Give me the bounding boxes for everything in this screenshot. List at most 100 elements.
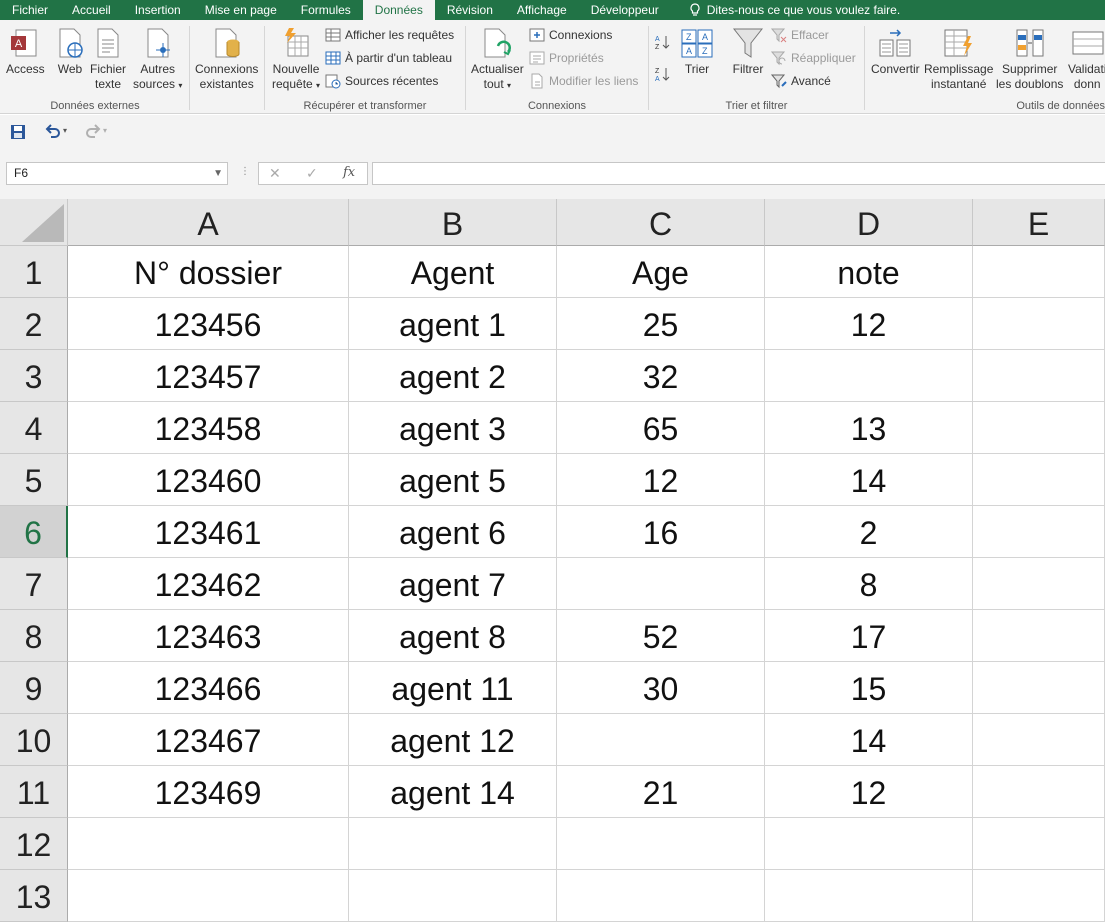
name-box-dropdown-icon[interactable]: ▼ (213, 163, 223, 184)
row-header-12[interactable]: 12 (0, 818, 68, 870)
row-header-3[interactable]: 3 (0, 350, 68, 402)
cell-d3[interactable] (765, 350, 973, 402)
redo-dropdown-icon[interactable]: ▾ (103, 126, 107, 135)
cell-a1[interactable]: N° dossier (68, 246, 349, 298)
cell-e8[interactable] (973, 610, 1105, 662)
tab-fichier[interactable]: Fichier (0, 0, 60, 20)
trier-button[interactable]: ZAAZ Trier (680, 26, 714, 77)
cell-e6[interactable] (973, 506, 1105, 558)
nouvelle-requete-button[interactable]: Nouvelle requête ▾ (272, 26, 320, 93)
actualiser-tout-button[interactable]: Actualiser tout ▾ (471, 26, 524, 93)
cell-e2[interactable] (973, 298, 1105, 350)
modifier-liens-button[interactable]: Modifier les liens (529, 71, 638, 91)
row-header-10[interactable]: 10 (0, 714, 68, 766)
effacer-button[interactable]: Effacer (771, 25, 829, 45)
row-header-5[interactable]: 5 (0, 454, 68, 506)
sort-descending-button[interactable]: ZA (654, 64, 670, 84)
cell-e12[interactable] (973, 818, 1105, 870)
row-header-11[interactable]: 11 (0, 766, 68, 818)
undo-icon[interactable] (44, 123, 62, 141)
cell-d13[interactable] (765, 870, 973, 922)
cell-c5[interactable]: 12 (557, 454, 765, 506)
cell-c8[interactable]: 52 (557, 610, 765, 662)
cell-c13[interactable] (557, 870, 765, 922)
column-header-a[interactable]: A (68, 199, 349, 246)
sort-ascending-button[interactable]: AZ (654, 32, 670, 52)
cell-b10[interactable]: agent 12 (349, 714, 557, 766)
cell-a11[interactable]: 123469 (68, 766, 349, 818)
row-header-13[interactable]: 13 (0, 870, 68, 922)
cell-b7[interactable]: agent 7 (349, 558, 557, 610)
column-header-d[interactable]: D (765, 199, 973, 246)
cell-c6[interactable]: 16 (557, 506, 765, 558)
column-header-c[interactable]: C (557, 199, 765, 246)
web-button[interactable]: Web (53, 26, 87, 77)
cell-b4[interactable]: agent 3 (349, 402, 557, 454)
cell-d8[interactable]: 17 (765, 610, 973, 662)
tab-developpeur[interactable]: Développeur (579, 0, 671, 20)
row-header-2[interactable]: 2 (0, 298, 68, 350)
cell-a5[interactable]: 123460 (68, 454, 349, 506)
avance-button[interactable]: Avancé (771, 71, 831, 91)
convertir-button[interactable]: Convertir (871, 26, 920, 77)
column-header-e[interactable]: E (973, 199, 1105, 246)
supprimer-doublons-button[interactable]: Supprimer les doublons (996, 26, 1063, 92)
cell-a10[interactable]: 123467 (68, 714, 349, 766)
cell-b11[interactable]: agent 14 (349, 766, 557, 818)
cell-b1[interactable]: Agent (349, 246, 557, 298)
connexions-button[interactable]: Connexions (529, 25, 612, 45)
cell-d5[interactable]: 14 (765, 454, 973, 506)
save-icon[interactable] (9, 123, 27, 141)
cell-b5[interactable]: agent 5 (349, 454, 557, 506)
cell-e13[interactable] (973, 870, 1105, 922)
tab-revision[interactable]: Révision (435, 0, 505, 20)
cell-c10[interactable] (557, 714, 765, 766)
insert-function-icon[interactable]: fx (343, 165, 355, 180)
cell-d1[interactable]: note (765, 246, 973, 298)
tab-formules[interactable]: Formules (289, 0, 363, 20)
cell-c4[interactable]: 65 (557, 402, 765, 454)
access-button[interactable]: A Access (6, 26, 45, 77)
tab-donnees[interactable]: Données (362, 0, 435, 20)
cell-d9[interactable]: 15 (765, 662, 973, 714)
redo-icon[interactable] (84, 123, 102, 141)
cell-e5[interactable] (973, 454, 1105, 506)
cell-e4[interactable] (973, 402, 1105, 454)
cell-c12[interactable] (557, 818, 765, 870)
cell-a3[interactable]: 123457 (68, 350, 349, 402)
cell-b13[interactable] (349, 870, 557, 922)
reappliquer-button[interactable]: Réappliquer (771, 48, 856, 68)
select-all-corner[interactable] (0, 199, 68, 246)
filtrer-button[interactable]: Filtrer (731, 26, 765, 77)
cell-c1[interactable]: Age (557, 246, 765, 298)
cell-c9[interactable]: 30 (557, 662, 765, 714)
cell-b2[interactable]: agent 1 (349, 298, 557, 350)
cell-c7[interactable] (557, 558, 765, 610)
tab-affichage[interactable]: Affichage (505, 0, 579, 20)
cell-a12[interactable] (68, 818, 349, 870)
validation-donnees-button[interactable]: Validati donn (1068, 26, 1105, 92)
cell-c2[interactable]: 25 (557, 298, 765, 350)
autres-sources-button[interactable]: Autres sources ▾ (133, 26, 182, 93)
cell-d2[interactable]: 12 (765, 298, 973, 350)
cell-d11[interactable]: 12 (765, 766, 973, 818)
cell-a6[interactable]: 123461 (68, 506, 349, 558)
proprietes-button[interactable]: Propriétés (529, 48, 604, 68)
undo-dropdown-icon[interactable]: ▾ (63, 126, 67, 135)
sources-recentes-button[interactable]: Sources récentes (325, 71, 438, 91)
confirm-icon[interactable]: ✓ (306, 165, 318, 182)
cell-a8[interactable]: 123463 (68, 610, 349, 662)
cell-d7[interactable]: 8 (765, 558, 973, 610)
cell-e9[interactable] (973, 662, 1105, 714)
cell-b3[interactable]: agent 2 (349, 350, 557, 402)
cell-a9[interactable]: 123466 (68, 662, 349, 714)
cell-a2[interactable]: 123456 (68, 298, 349, 350)
tell-me-box[interactable]: Dites-nous ce que vous voulez faire. (689, 3, 900, 17)
remplissage-instantane-button[interactable]: Remplissage instantané (924, 26, 993, 92)
cell-e10[interactable] (973, 714, 1105, 766)
connexions-existantes-button[interactable]: Connexions existantes (195, 26, 258, 92)
tab-accueil[interactable]: Accueil (60, 0, 123, 20)
cell-d10[interactable]: 14 (765, 714, 973, 766)
cell-a7[interactable]: 123462 (68, 558, 349, 610)
column-header-b[interactable]: B (349, 199, 557, 246)
